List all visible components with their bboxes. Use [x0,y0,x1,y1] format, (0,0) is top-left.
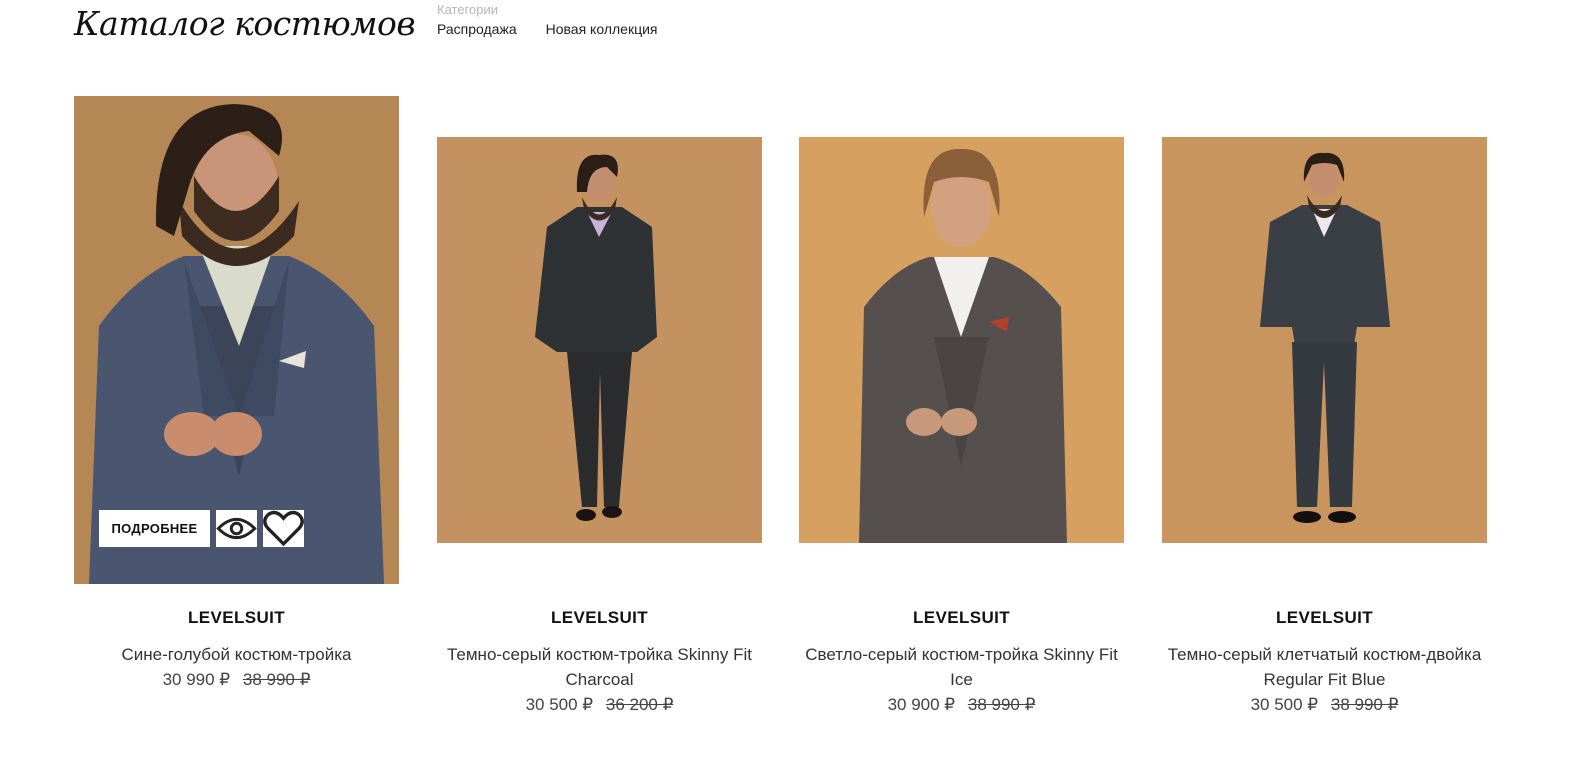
card-actions: ПОДРОБНЕЕ [99,510,304,547]
old-price: 38 990 ₽ [967,695,1036,714]
old-price: 36 200 ₽ [605,695,674,714]
product-card[interactable]: LEVELSUIT Темно-серый костюм-тройка Skin… [437,96,762,736]
category-link-new-collection[interactable]: Новая коллекция [546,21,658,37]
product-card[interactable]: LEVELSUIT Темно-серый клетчатый костюм-д… [1162,96,1487,736]
product-image[interactable]: ПОДРОБНЕЕ [74,96,399,584]
product-info: LEVELSUIT Светло-серый костюм-тройка Ski… [799,608,1124,717]
current-price: 30 900 ₽ [887,695,956,714]
product-name[interactable]: Темно-серый костюм-тройка Skinny Fit Cha… [437,642,762,692]
price-row: 30 500 ₽ 38 990 ₽ [1162,692,1487,717]
current-price: 30 500 ₽ [1250,695,1319,714]
product-name[interactable]: Темно-серый клетчатый костюм-двойка Regu… [1162,642,1487,692]
categories-nav: Категории Распродажа Новая коллекция [437,2,658,37]
product-brand: LEVELSUIT [1275,608,1374,627]
price-row: 30 990 ₽ 38 990 ₽ [74,667,399,692]
product-name[interactable]: Светло-серый костюм-тройка Skinny Fit Ic… [799,642,1124,692]
category-link-sale[interactable]: Распродажа [437,21,517,37]
price-row: 30 500 ₽ 36 200 ₽ [437,692,762,717]
product-image[interactable] [799,137,1124,543]
product-brand: LEVELSUIT [187,608,286,627]
price-row: 30 900 ₽ 38 990 ₽ [799,692,1124,717]
wishlist-button[interactable] [263,510,304,547]
product-info: LEVELSUIT Темно-серый костюм-тройка Skin… [437,608,762,717]
quick-view-button[interactable] [216,510,257,547]
product-card[interactable]: LEVELSUIT Светло-серый костюм-тройка Ski… [799,96,1124,736]
eye-icon [216,517,257,540]
old-price: 38 990 ₽ [1330,695,1399,714]
product-info: LEVELSUIT Темно-серый клетчатый костюм-д… [1162,608,1487,717]
current-price: 30 990 ₽ [162,670,231,689]
old-price: 38 990 ₽ [242,670,311,689]
product-name[interactable]: Сине-голубой костюм-тройка [74,642,399,667]
details-button[interactable]: ПОДРОБНЕЕ [99,510,210,547]
product-info: LEVELSUIT Сине-голубой костюм-тройка 30 … [74,608,399,692]
heart-icon [263,510,304,547]
product-brand: LEVELSUIT [550,608,649,627]
page-title: Каталог костюмов [74,4,416,43]
categories-label: Категории [437,2,498,17]
product-brand: LEVELSUIT [912,608,1011,627]
current-price: 30 500 ₽ [525,695,594,714]
product-card[interactable]: ПОДРОБНЕЕ LEVELSUIT Сине-голубой костюм-… [74,96,399,736]
product-image[interactable] [437,137,762,543]
product-image[interactable] [1162,137,1487,543]
